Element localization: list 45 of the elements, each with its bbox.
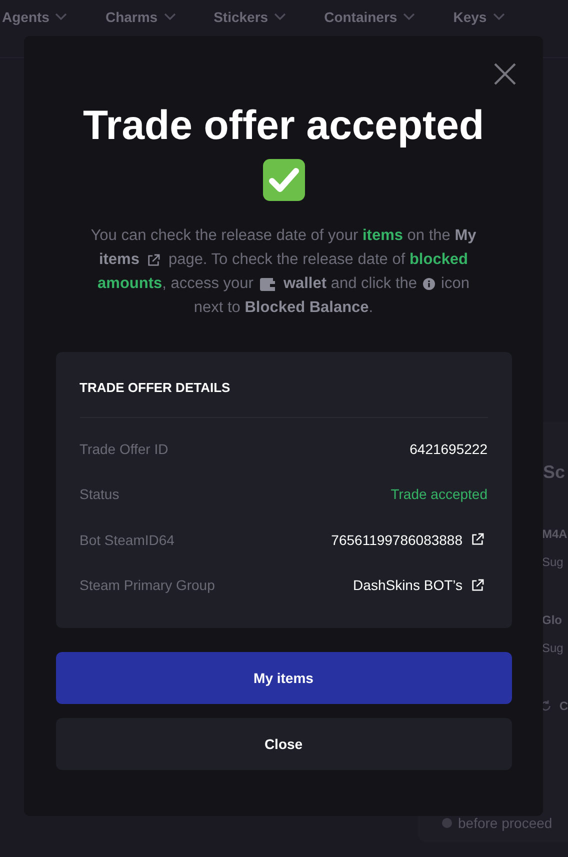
card-heading: TRADE OFFER DETAILS (80, 380, 488, 418)
external-link-icon (470, 533, 484, 546)
item-name: Glo (542, 613, 563, 627)
action-label: C (559, 699, 568, 713)
nav-item[interactable]: Stickers (214, 8, 286, 26)
chevron-down-icon (55, 13, 68, 21)
detail-link[interactable]: 76561199786083888 (331, 532, 462, 548)
item-subtitle: Sug (542, 641, 564, 655)
message-text: items (98, 250, 140, 270)
message-text: icon (441, 274, 470, 294)
detail-label: Bot SteamID64 (80, 532, 174, 548)
chevron-down-icon (274, 13, 286, 21)
detail-link[interactable]: DashSkins BOT’s (353, 577, 462, 594)
nav-item[interactable]: Charms (105, 8, 176, 26)
secondary-button[interactable]: Close (56, 718, 512, 770)
item-subtitle: Sug (542, 555, 564, 569)
item-name: M4A (542, 527, 568, 541)
message-text: page. To check the release date of blocked (168, 250, 468, 270)
detail-value: Trade accepted (390, 486, 488, 502)
message-text: You can check the release date of your items on the My (90, 226, 476, 246)
message-text: wallet and click the (283, 274, 417, 294)
nav-item[interactable]: Keys (453, 8, 505, 26)
primary-button[interactable]: My items (56, 652, 512, 704)
external-link-icon (147, 254, 160, 266)
dot-icon (442, 818, 452, 828)
dialog-title: Trade offer accepted (82, 101, 484, 150)
chevron-down-icon (492, 13, 505, 21)
check-mark-icon (262, 158, 306, 202)
detail-value: 6421695222 (410, 440, 488, 457)
external-link-icon (470, 578, 484, 592)
info-icon (423, 278, 435, 290)
detail-label: Steam Primary Group (80, 577, 215, 594)
note-text: before proceed (458, 815, 552, 831)
wallet-icon (260, 278, 276, 290)
nav-item[interactable]: Agents (2, 8, 68, 26)
message-text: next to Blocked Balance. (194, 298, 374, 318)
nav-item[interactable]: Containers (324, 8, 416, 26)
message-text: amounts, access your (98, 274, 254, 294)
refresh-icon (540, 699, 552, 713)
close-icon[interactable] (493, 62, 517, 86)
chevron-down-icon (403, 13, 416, 21)
chevron-down-icon (164, 13, 176, 21)
detail-label: Status (80, 486, 120, 502)
detail-label: Trade Offer ID (80, 440, 168, 457)
panel-heading: Sc (543, 462, 566, 483)
